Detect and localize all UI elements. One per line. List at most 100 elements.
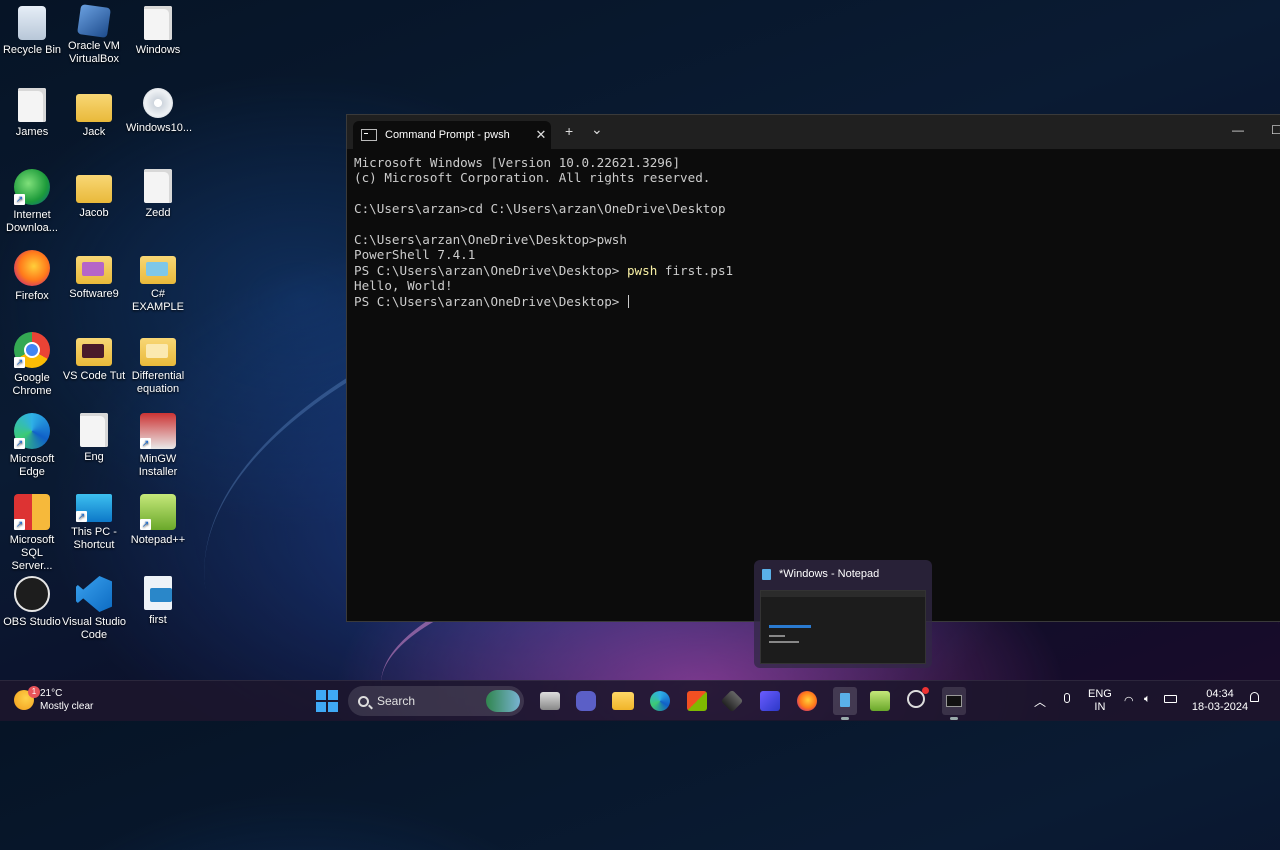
icon-label: Microsoft SQL Server... [9, 534, 55, 572]
show-hidden-icons-chevron-up-icon[interactable]: ︿ [1034, 693, 1046, 733]
folder-icon [140, 338, 176, 366]
shortcut-arrow-icon: ↗ [14, 357, 25, 368]
desktop-icon-james[interactable]: James [0, 84, 64, 139]
volume-icon[interactable]: 🔈︎ [1144, 693, 1151, 733]
terminal-titlebar[interactable]: Command Prompt - pwsh ✕ + ⌄ — ☐ [347, 115, 1280, 149]
terminal-line: (c) Microsoft Corporation. All rights re… [354, 170, 711, 186]
preview-thumbnail[interactable] [760, 590, 926, 664]
text-cursor [627, 294, 629, 308]
battery-icon[interactable] [1164, 695, 1177, 735]
desktop-icon-sql-server[interactable]: ↗ Microsoft SQL Server... [0, 490, 64, 573]
terminal-output[interactable]: Microsoft Windows [Version 10.0.22621.32… [347, 149, 1280, 309]
ps-args: first.ps1 [657, 262, 734, 278]
desktop-icon-windows[interactable]: Windows [126, 2, 190, 57]
ps-current-line[interactable]: PS C:\Users\arzan\OneDrive\Desktop> [354, 294, 1280, 309]
windows-logo-icon [316, 690, 326, 700]
terminal-taskbar-button[interactable] [942, 687, 966, 720]
lang-line2: IN [1094, 701, 1106, 713]
teams-chat-icon[interactable] [576, 691, 596, 711]
start-button[interactable] [316, 690, 338, 712]
script-output: Hello, World! [354, 278, 453, 294]
wifi-icon[interactable]: ◠ [1124, 694, 1134, 734]
recording-indicator [922, 687, 929, 694]
tab-command-prompt[interactable]: Command Prompt - pwsh ✕ [353, 121, 551, 149]
preview-title: *Windows - Notepad [762, 568, 879, 580]
notepad-taskbar-button[interactable] [833, 687, 857, 720]
notepad-plus-plus-icon[interactable] [870, 691, 890, 711]
desktop-icon-software9[interactable]: Software9 [62, 246, 126, 301]
desktop-icon-first-ps1[interactable]: first [126, 572, 190, 627]
desktop-icon-recycle-bin[interactable]: Recycle Bin [0, 2, 64, 57]
folder-icon [140, 256, 176, 284]
shortcut-arrow-icon: ↗ [140, 438, 151, 449]
desktop-icon-notepad-plus-plus[interactable]: ↗ Notepad++ [126, 490, 190, 547]
desktop-icon-google-chrome[interactable]: ↗ Google Chrome [0, 328, 64, 398]
desktop-icon-this-pc[interactable]: ↗ This PC - Shortcut [62, 490, 126, 552]
document-icon [144, 6, 172, 40]
search-highlight-icon [486, 690, 520, 712]
language-indicator[interactable]: ENG IN [1088, 688, 1112, 728]
taskbar-search[interactable]: Search [348, 686, 524, 716]
microsoft-store-icon[interactable] [687, 691, 707, 711]
ps-prompt: PS C:\Users\arzan\OneDrive\Desktop> [354, 262, 627, 278]
icon-label: OBS Studio [3, 616, 61, 628]
folder-icon [76, 256, 112, 284]
icon-label: Jacob [79, 207, 109, 219]
desktop-icon-csharp-example[interactable]: C# EXAMPLE [126, 246, 190, 314]
desktop-icon-firefox[interactable]: Firefox [0, 246, 64, 303]
shortcut-arrow-icon: ↗ [14, 194, 25, 205]
edge-icon[interactable] [650, 691, 670, 711]
weather-widget[interactable]: 1 21°C Mostly clear [14, 686, 94, 713]
minimize-button[interactable]: — [1232, 123, 1244, 137]
desktop-icon-vs-code-tut[interactable]: VS Code Tut [62, 328, 126, 383]
icon-label: James [15, 126, 49, 138]
sql-server-icon: ↗ [14, 494, 50, 530]
visual-studio-icon[interactable] [760, 691, 780, 711]
weather-temp: 21°C [40, 688, 63, 699]
icon-label: Eng [84, 451, 104, 463]
clock-time: 04:34 [1206, 688, 1234, 700]
file-explorer-icon[interactable] [612, 692, 634, 710]
desktop-icon-windows10-iso[interactable]: Windows10... [126, 84, 192, 135]
folder-icon [76, 175, 112, 203]
firefox-icon[interactable] [797, 691, 817, 711]
desktop-icon-visual-studio-code[interactable]: Visual Studio Code [62, 572, 126, 642]
tab-dropdown-button[interactable]: ⌄ [591, 121, 603, 138]
icon-label: This PC - Shortcut [71, 526, 117, 551]
desktop-icon-jack[interactable]: Jack [62, 84, 126, 139]
desktop-icon-internet-download-manager[interactable]: ↗ Internet Downloa... [0, 165, 64, 235]
recycle-bin-icon [18, 6, 46, 40]
clock[interactable]: 04:34 18-03-2024 [1185, 688, 1255, 728]
microphone-icon[interactable] [1064, 693, 1070, 733]
virtualbox-icon[interactable] [720, 689, 744, 713]
clock-date: 18-03-2024 [1191, 701, 1249, 713]
icon-label: Recycle Bin [2, 44, 62, 56]
new-tab-button[interactable]: + [565, 123, 573, 139]
desktop-icon-microsoft-edge[interactable]: ↗ Microsoft Edge [0, 409, 64, 479]
weather-desc: Mostly clear [40, 701, 94, 712]
desktop-icon-virtualbox[interactable]: Oracle VM VirtualBox [62, 2, 126, 66]
desktop-icon-jacob[interactable]: Jacob [62, 165, 126, 220]
obs-icon[interactable] [907, 687, 929, 708]
maximize-button[interactable]: ☐ [1271, 123, 1280, 137]
shortcut-arrow-icon: ↗ [14, 438, 25, 449]
icon-label: Notepad++ [130, 534, 186, 546]
icon-label: Internet Downloa... [6, 209, 58, 234]
desktop-icon-mingw-installer[interactable]: ↗ MinGW Installer [126, 409, 190, 479]
desktop-icon-obs-studio[interactable]: OBS Studio [0, 572, 64, 629]
task-view-icon[interactable] [540, 692, 560, 710]
taskbar: 1 21°C Mostly clear Search ︿ ENG IN ◠ 🔈︎… [0, 680, 1280, 721]
search-label: Search [377, 694, 416, 708]
installer-icon: ↗ [140, 413, 176, 449]
notepad-taskbar-preview[interactable]: *Windows - Notepad [754, 560, 932, 668]
close-tab-button[interactable]: ✕ [531, 127, 551, 143]
desktop-icon-differential-equation[interactable]: Differential equation [126, 328, 190, 396]
desktop-icon-eng[interactable]: Eng [62, 409, 126, 464]
icon-label: MinGW Installer [138, 453, 178, 478]
terminal-window[interactable]: Command Prompt - pwsh ✕ + ⌄ — ☐ Microsof… [346, 114, 1280, 622]
document-icon [80, 413, 108, 447]
desktop-icon-zedd[interactable]: Zedd [126, 165, 190, 220]
notification-bell-icon[interactable] [1250, 692, 1259, 732]
icon-label: Differential equation [131, 370, 185, 395]
icon-label: Microsoft Edge [9, 453, 55, 478]
